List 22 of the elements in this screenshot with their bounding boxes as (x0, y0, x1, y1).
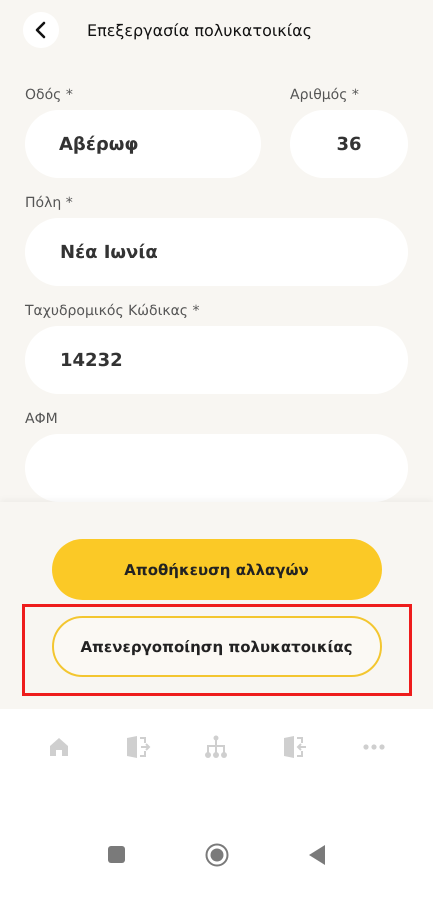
input-field[interactable]: Αβέρωφ (25, 110, 261, 178)
deactivate-button[interactable]: Απενεργοποίηση πολυκατοικίας (52, 616, 382, 677)
back-icon (34, 21, 48, 39)
field-label: Πόλη * (25, 194, 74, 212)
page-title: Επεξεργασία πολυκατοικίας (87, 20, 312, 40)
save-button[interactable]: Αποθήκευση αλλαγών (52, 539, 382, 600)
more-icon[interactable] (362, 744, 385, 750)
back-triangle-icon[interactable] (309, 844, 325, 864)
recents-icon[interactable] (108, 846, 125, 863)
hierarchy-icon[interactable] (204, 735, 228, 759)
field-label: Αριθμός * (290, 86, 360, 104)
field-label: Οδός * (25, 86, 74, 104)
back-button[interactable] (23, 12, 59, 48)
field-label: ΑΦΜ (25, 410, 59, 428)
door-enter-icon[interactable] (282, 735, 308, 759)
door-exit-icon[interactable] (124, 735, 151, 759)
field-label: Ταχυδρομικός Κώδικας * (25, 302, 200, 320)
input-field[interactable]: 14232 (25, 326, 408, 394)
home-circle-icon[interactable] (205, 842, 229, 866)
input-field[interactable]: 36 (290, 110, 408, 178)
input-field[interactable]: Νέα Ιωνία (25, 218, 408, 286)
home-icon[interactable] (48, 736, 70, 758)
